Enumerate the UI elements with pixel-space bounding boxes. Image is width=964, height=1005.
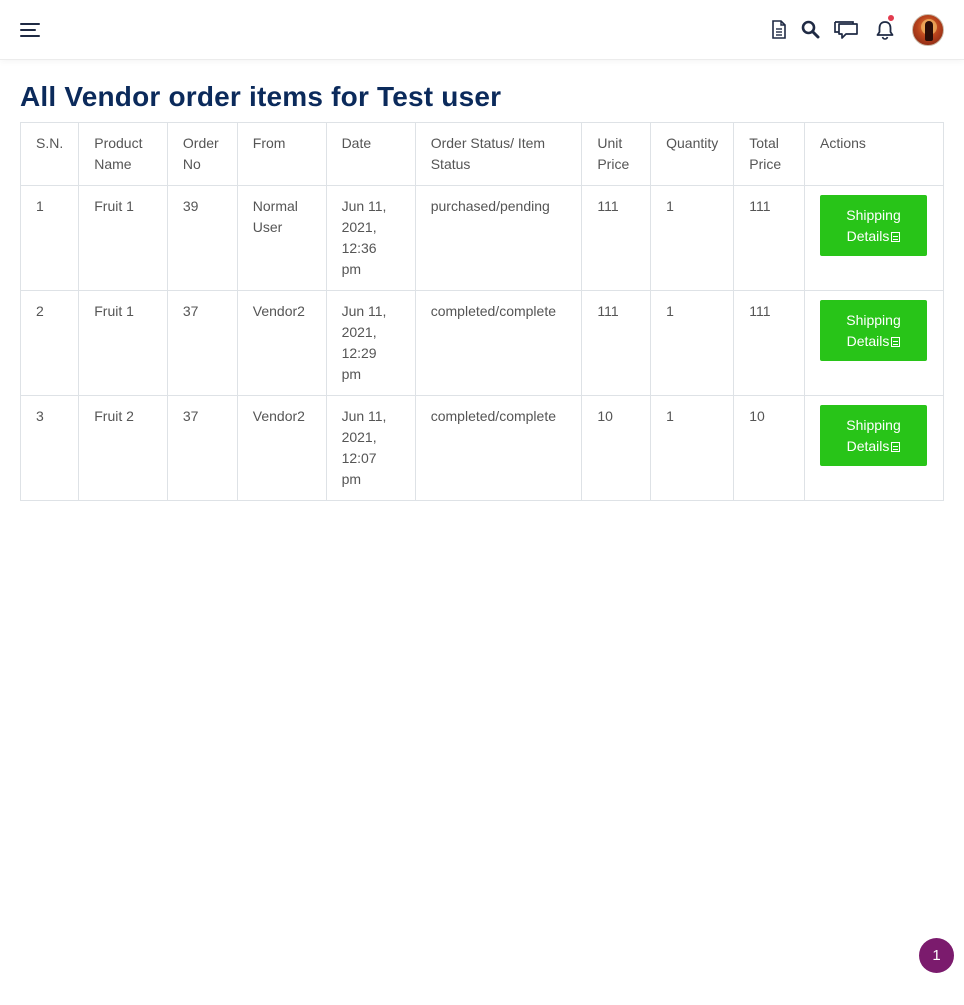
page-title: All Vendor order items for Test user <box>20 81 502 112</box>
column-header-date: Date <box>325 122 416 186</box>
document-icon <box>891 336 901 347</box>
cell-unit-price: 111 <box>581 290 652 396</box>
document-icon <box>891 231 901 242</box>
top-navbar <box>0 0 964 60</box>
cell-order-no: 37 <box>166 395 238 501</box>
column-header-unit-price: Unit Price <box>581 122 652 186</box>
cell-product-name: Fruit 1 <box>78 185 168 291</box>
column-header-actions: Actions <box>803 122 945 186</box>
cell-date: Jun 11, 2021, 12:29 pm <box>325 290 416 396</box>
document-icon <box>891 441 901 452</box>
cell-actions: Shipping Details <box>803 395 945 501</box>
cell-date: Jun 11, 2021, 12:36 pm <box>325 185 416 291</box>
document-icon[interactable] <box>771 20 787 39</box>
cell-product-name: Fruit 2 <box>78 395 168 501</box>
cell-from: Normal User <box>236 185 327 291</box>
cell-order-no: 39 <box>166 185 238 291</box>
table-row: 1 Fruit 1 39 Normal User Jun 11, 2021, 1… <box>19 185 945 291</box>
avatar[interactable] <box>912 14 944 46</box>
cell-sn: 2 <box>19 290 80 396</box>
vendor-order-items-table: S.N. Product Name Order No From Date Ord… <box>19 122 945 501</box>
cell-quantity: 1 <box>650 290 735 396</box>
cell-status: completed/complete <box>414 290 583 396</box>
shipping-details-button[interactable]: Shipping Details <box>819 405 927 466</box>
chat-icon[interactable] <box>833 20 859 40</box>
cell-status: completed/complete <box>414 395 583 501</box>
menu-icon[interactable] <box>20 21 40 37</box>
column-header-status: Order Status/ Item Status <box>414 122 583 186</box>
cell-unit-price: 10 <box>581 395 652 501</box>
column-header-product-name: Product Name <box>78 122 168 186</box>
cell-total-price: 111 <box>733 290 805 396</box>
cell-total-price: 10 <box>733 395 805 501</box>
cell-order-no: 37 <box>166 290 238 396</box>
column-header-total-price: Total Price <box>733 122 805 186</box>
cell-quantity: 1 <box>650 185 735 291</box>
column-header-quantity: Quantity <box>650 122 735 186</box>
cell-unit-price: 111 <box>581 185 652 291</box>
cell-actions: Shipping Details <box>803 185 945 291</box>
column-header-from: From <box>236 122 327 186</box>
bell-icon[interactable] <box>876 20 894 40</box>
cell-actions: Shipping Details <box>803 290 945 396</box>
table-row: 3 Fruit 2 37 Vendor2 Jun 11, 2021, 12:07… <box>19 395 945 501</box>
cell-sn: 1 <box>19 185 80 291</box>
search-icon[interactable] <box>801 20 820 39</box>
column-header-order-no: Order No <box>166 122 238 186</box>
cell-from: Vendor2 <box>236 290 327 396</box>
cell-status: purchased/pending <box>414 185 583 291</box>
cell-from: Vendor2 <box>236 395 327 501</box>
shipping-details-button[interactable]: Shipping Details <box>819 195 927 256</box>
cell-total-price: 111 <box>733 185 805 291</box>
notification-dot <box>888 15 894 21</box>
table-row: 2 Fruit 1 37 Vendor2 Jun 11, 2021, 12:29… <box>19 290 945 396</box>
cell-date: Jun 11, 2021, 12:07 pm <box>325 395 416 501</box>
column-header-sn: S.N. <box>19 122 80 186</box>
table-header-row: S.N. Product Name Order No From Date Ord… <box>19 122 945 186</box>
shipping-details-button[interactable]: Shipping Details <box>819 300 927 361</box>
cell-quantity: 1 <box>650 395 735 501</box>
cell-sn: 3 <box>19 395 80 501</box>
cell-product-name: Fruit 1 <box>78 290 168 396</box>
page-number-badge[interactable]: 1 <box>919 938 954 973</box>
